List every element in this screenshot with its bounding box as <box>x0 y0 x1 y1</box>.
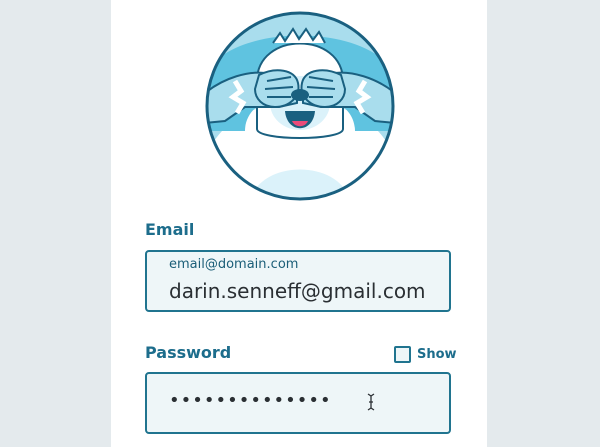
email-placeholder-hint: email@domain.com <box>169 257 299 272</box>
show-password-checkbox[interactable] <box>394 345 411 363</box>
show-password-label: Show <box>417 346 457 362</box>
yeti-avatar-icon <box>205 11 395 201</box>
text-cursor-icon <box>367 393 375 411</box>
password-field[interactable]: •••••••••••••• <box>145 372 451 434</box>
password-label: Password <box>145 343 232 362</box>
login-card: Email email@domain.com darin.senneff@gma… <box>111 0 487 447</box>
email-value: darin.senneff@gmail.com <box>169 279 426 303</box>
show-password-toggle[interactable]: Show <box>394 345 457 363</box>
email-field[interactable]: email@domain.com darin.senneff@gmail.com <box>145 250 451 312</box>
password-value: •••••••••••••• <box>169 390 332 411</box>
email-label: Email <box>145 220 195 239</box>
